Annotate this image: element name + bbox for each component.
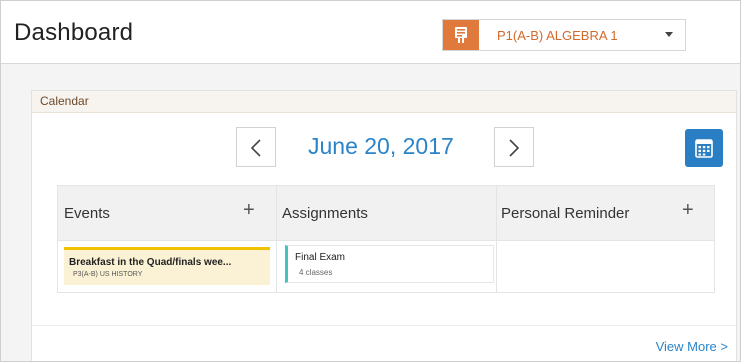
chevron-right-icon [509, 139, 520, 157]
add-reminder-button[interactable]: + [682, 200, 694, 220]
chevron-left-icon [250, 139, 261, 157]
current-date: June 20, 2017 [308, 133, 454, 159]
assignment-item[interactable]: Final Exam 4 classes [285, 245, 494, 283]
calendar-card-header: Calendar [32, 91, 736, 113]
class-select-dropdown[interactable]: P1(A-B) ALGEBRA 1 [442, 19, 686, 51]
column-divider [496, 186, 497, 292]
app-frame: Dashboard P1(A-B) ALGEBRA 1 Calendar Jun… [0, 0, 741, 362]
calendar-day-grid: Events + Assignments Personal Reminder +… [57, 185, 715, 293]
class-select-value: P1(A-B) ALGEBRA 1 [497, 28, 618, 43]
previous-day-button[interactable] [236, 127, 276, 167]
grid-header-row: Events + Assignments Personal Reminder + [58, 186, 714, 241]
page-title: Dashboard [14, 19, 134, 46]
add-event-button[interactable]: + [243, 200, 255, 220]
top-bar: Dashboard P1(A-B) ALGEBRA 1 [1, 1, 740, 64]
view-more-link[interactable]: View More > [656, 339, 728, 354]
events-column-header: Events [64, 205, 110, 222]
calendar-card: Calendar June 20, 2017 Events + Assignme… [31, 90, 737, 361]
calendar-grid-icon [695, 139, 713, 158]
personal-reminder-column-header: Personal Reminder [501, 205, 630, 222]
card-divider [32, 325, 736, 326]
event-title: Breakfast in the Quad/finals wee... [69, 257, 232, 268]
event-class: P3(A-B) US HISTORY [73, 271, 143, 278]
assignment-title: Final Exam [295, 252, 346, 263]
next-day-button[interactable] [494, 127, 534, 167]
classroom-board-icon [443, 20, 479, 50]
calendar-view-button[interactable] [685, 129, 723, 167]
chevron-down-icon [665, 32, 673, 37]
column-divider [276, 186, 277, 292]
assignments-column-header: Assignments [282, 205, 368, 222]
assignment-detail: 4 classes [299, 268, 333, 277]
calendar-card-title: Calendar [40, 94, 89, 108]
event-item[interactable]: Breakfast in the Quad/finals wee... P3(A… [64, 247, 270, 285]
